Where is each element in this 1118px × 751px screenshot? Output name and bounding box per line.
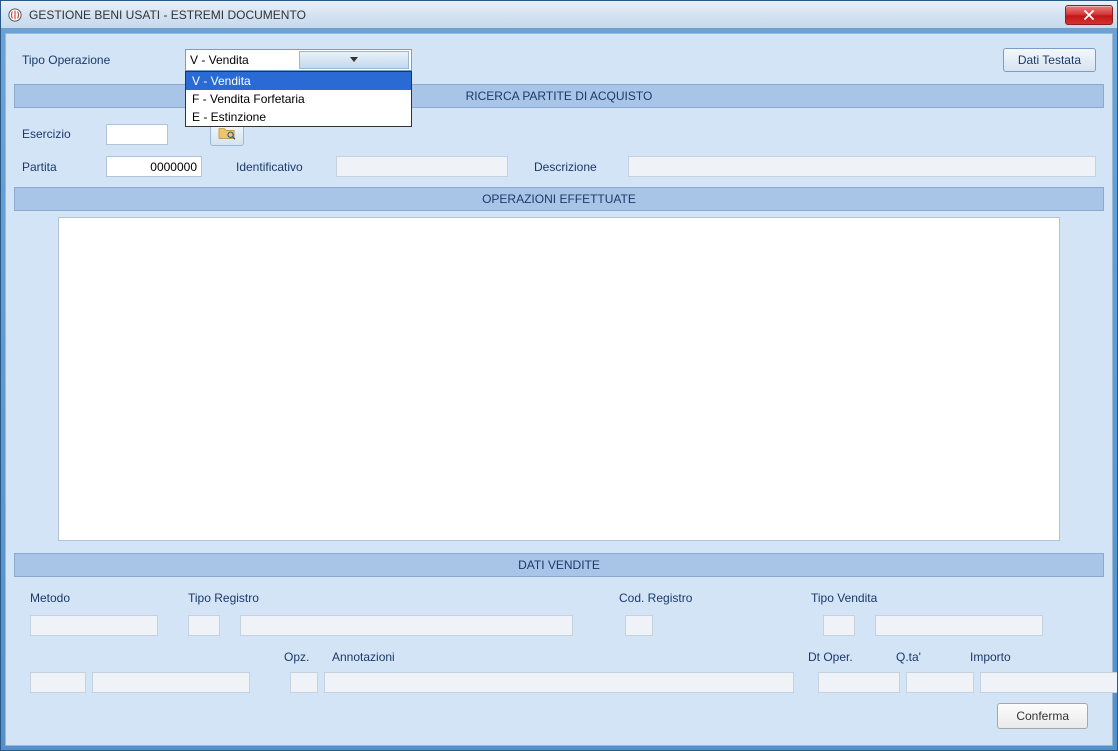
dati-vendite-header: DATI VENDITE xyxy=(14,553,1104,577)
importo-label: Importo xyxy=(970,650,1052,664)
tipo-operazione-combo[interactable]: V - Vendita xyxy=(185,49,412,71)
opz-label: Opz. xyxy=(284,650,326,664)
esercizio-input[interactable] xyxy=(106,124,168,145)
tipo-registro-code-field xyxy=(188,615,220,636)
tipo-operazione-label: Tipo Operazione xyxy=(22,53,177,67)
identificativo-label: Identificativo xyxy=(236,160,328,174)
dropdown-option[interactable]: E - Estinzione xyxy=(186,108,411,126)
dt-oper-label: Dt Oper. xyxy=(808,650,890,664)
tipo-vendita-code-field xyxy=(823,615,855,636)
cod-registro-field xyxy=(625,615,653,636)
dropdown-option[interactable]: F - Vendita Forfetaria xyxy=(186,90,411,108)
dt-oper-field xyxy=(818,672,900,693)
importo-field xyxy=(980,672,1118,693)
window-title: GESTIONE BENI USATI - ESTREMI DOCUMENTO xyxy=(29,8,306,22)
tipo-registro-desc-field xyxy=(240,615,573,636)
esercizio-label: Esercizio xyxy=(22,127,98,141)
descrizione-label: Descrizione xyxy=(534,160,620,174)
ricerca-header: RICERCA PARTITE DI ACQUISTO xyxy=(14,84,1104,108)
folder-search-icon xyxy=(218,125,236,144)
tipo-operazione-dropdown: V - Vendita F - Vendita Forfetaria E - E… xyxy=(185,71,412,127)
metodo-label: Metodo xyxy=(30,591,182,605)
operazioni-header: OPERAZIONI EFFETTUATE xyxy=(14,187,1104,211)
close-button[interactable] xyxy=(1065,5,1113,25)
partita-label: Partita xyxy=(22,160,98,174)
operazioni-grid[interactable] xyxy=(58,217,1060,541)
titlebar: GESTIONE BENI USATI - ESTREMI DOCUMENTO xyxy=(1,1,1117,29)
tipo-operazione-value: V - Vendita xyxy=(190,53,299,67)
dati-vendite-body: Metodo Tipo Registro Cod. Registro Tipo … xyxy=(14,583,1104,737)
tipo-vendita-desc-field xyxy=(875,615,1043,636)
client-area: Tipo Operazione V - Vendita V - Vendita … xyxy=(5,33,1113,746)
qta-label: Q.ta' xyxy=(896,650,964,664)
opz-field xyxy=(290,672,318,693)
metodo-field xyxy=(30,615,158,636)
dati-testata-button[interactable]: Dati Testata xyxy=(1003,48,1096,72)
cod-registro-label: Cod. Registro xyxy=(619,591,805,605)
vr2-field-2 xyxy=(92,672,250,693)
descrizione-field xyxy=(628,156,1096,177)
identificativo-field xyxy=(336,156,508,177)
tipo-registro-label: Tipo Registro xyxy=(188,591,567,605)
vr2-field-1 xyxy=(30,672,86,693)
annotazioni-field xyxy=(324,672,794,693)
qta-field xyxy=(906,672,974,693)
chevron-down-icon xyxy=(299,51,410,69)
dropdown-option[interactable]: V - Vendita xyxy=(186,72,411,90)
top-row: Tipo Operazione V - Vendita V - Vendita … xyxy=(14,42,1104,78)
tipo-vendita-label: Tipo Vendita xyxy=(811,591,1025,605)
partita-input[interactable] xyxy=(106,156,202,177)
ricerca-body: Esercizio Partita Ident xyxy=(14,114,1104,181)
conferma-button[interactable]: Conferma xyxy=(997,703,1088,729)
annotazioni-label: Annotazioni xyxy=(332,650,802,664)
app-icon xyxy=(7,7,23,23)
